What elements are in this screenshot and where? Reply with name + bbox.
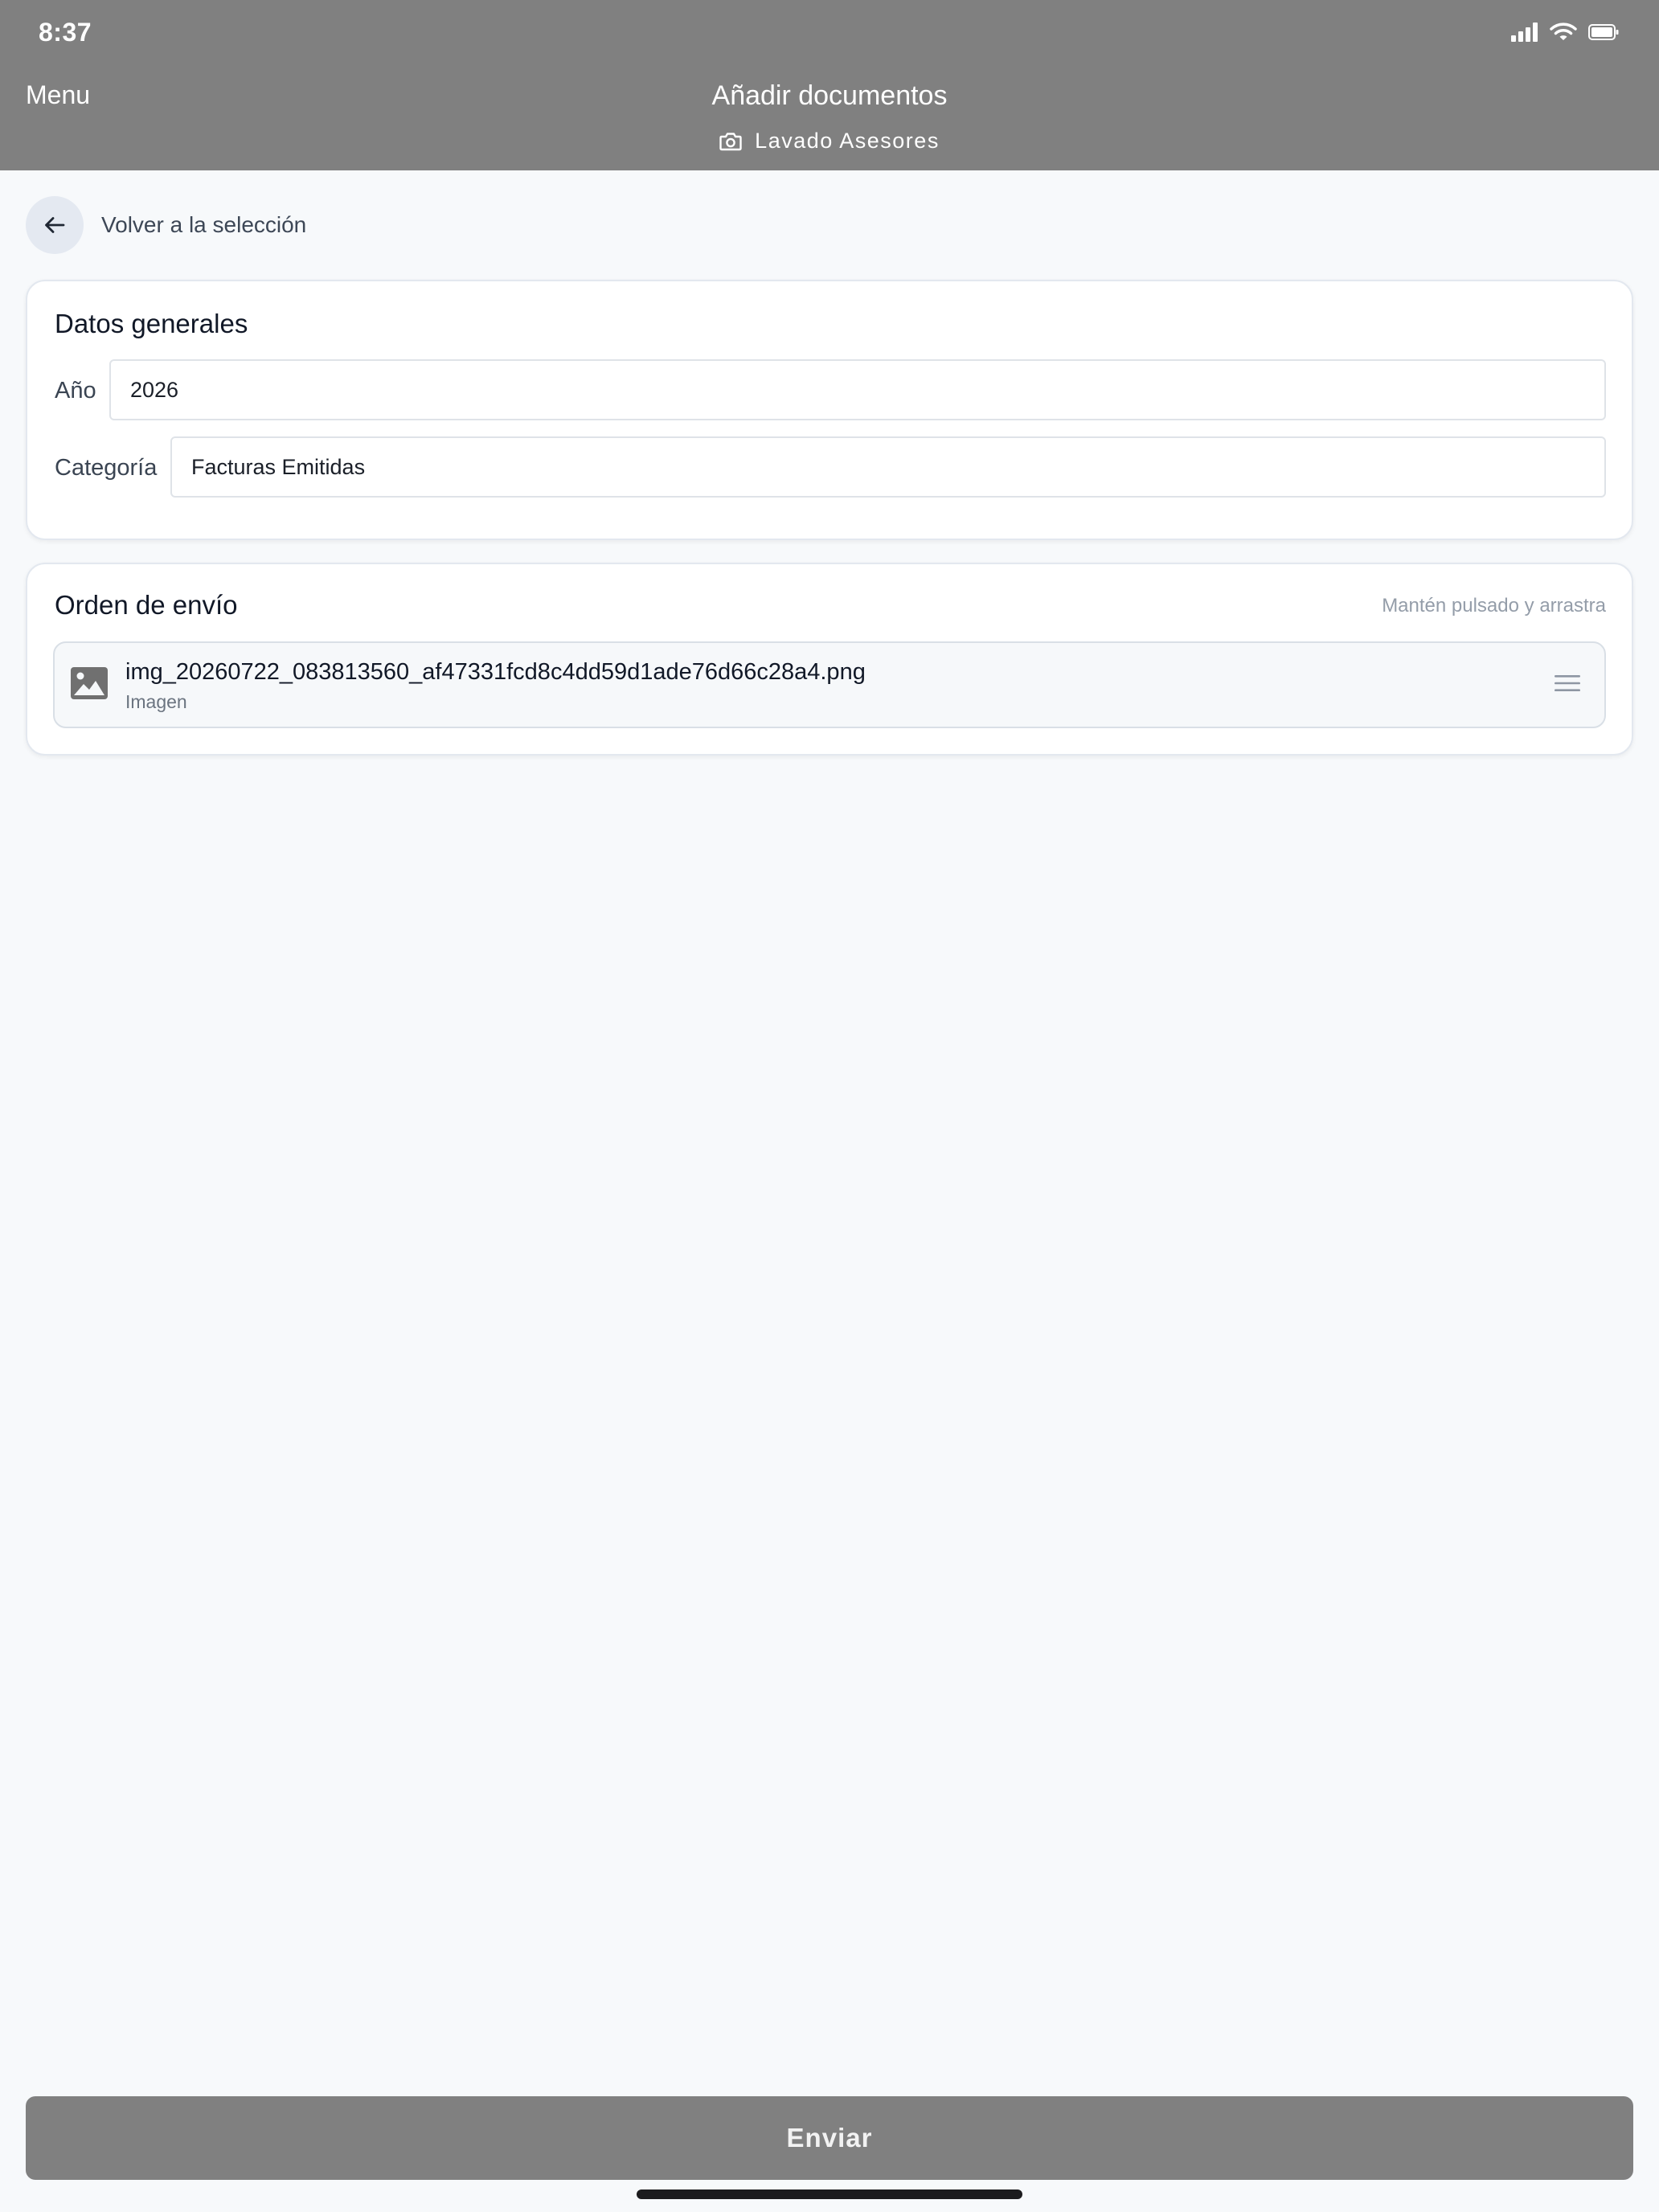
drag-hint: Mantén pulsado y arrastra bbox=[1382, 595, 1606, 616]
battery-icon bbox=[1588, 24, 1619, 40]
general-data-card: Datos generales Año Categoría bbox=[26, 280, 1633, 540]
arrow-left-icon bbox=[45, 217, 65, 233]
category-label: Categoría bbox=[55, 455, 158, 481]
back-to-selection-button[interactable]: Volver a la selección bbox=[26, 196, 306, 254]
status-icons bbox=[1511, 23, 1619, 42]
document-name: img_20260722_083813560_af47331fcd8c4dd59… bbox=[125, 659, 866, 685]
document-list-item[interactable]: img_20260722_083813560_af47331fcd8c4dd59… bbox=[53, 641, 1606, 728]
category-field[interactable] bbox=[170, 436, 1606, 498]
wifi-icon bbox=[1550, 23, 1577, 40]
app-header: 8:37 Menu Añadir documentos Lavado Aseso… bbox=[0, 0, 1659, 170]
year-label: Año bbox=[55, 378, 96, 403]
page-title: Añadir documentos bbox=[711, 80, 948, 111]
status-time: 8:37 bbox=[39, 18, 92, 47]
company-name: Lavado Asesores bbox=[755, 129, 940, 153]
send-button[interactable]: Enviar bbox=[26, 2096, 1633, 2180]
back-label: Volver a la selección bbox=[101, 212, 307, 237]
general-data-title: Datos generales bbox=[55, 309, 248, 338]
camera-icon bbox=[719, 132, 742, 150]
document-type: Imagen bbox=[125, 691, 187, 712]
year-field[interactable] bbox=[109, 359, 1606, 420]
back-circle[interactable] bbox=[26, 196, 84, 254]
send-order-title: Orden de envío bbox=[55, 590, 238, 620]
send-order-card: Orden de envío Mantén pulsado y arrastra… bbox=[26, 563, 1633, 756]
home-indicator bbox=[637, 2189, 1022, 2199]
cellular-signal-icon bbox=[1511, 23, 1538, 42]
company-subtitle: Lavado Asesores bbox=[0, 129, 1659, 154]
image-icon bbox=[71, 667, 108, 699]
drag-handle-icon[interactable] bbox=[1555, 674, 1580, 693]
